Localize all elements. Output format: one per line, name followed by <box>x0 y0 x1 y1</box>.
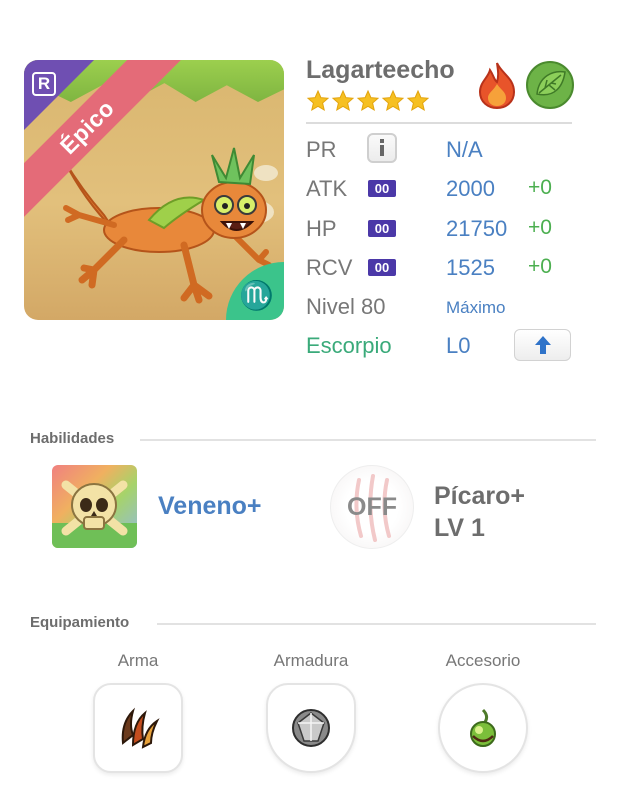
accessory-slot[interactable] <box>438 683 528 773</box>
poison-skull-icon <box>52 480 137 548</box>
header-divider <box>306 122 572 124</box>
pr-value: N/A <box>446 137 483 162</box>
zodiac-label: Escorpio <box>306 333 392 358</box>
equipment-divider <box>157 623 596 625</box>
pr-label: PR <box>306 137 337 162</box>
stat-row-pr: PR N/A <box>306 133 576 167</box>
hp-plus-tag: 00 <box>368 220 396 237</box>
hp-bonus: +0 <box>528 216 552 239</box>
equipment-section-title: Equipamiento <box>30 614 130 631</box>
star-icon <box>381 89 405 112</box>
stat-row-atk: ATK 00 2000 +0 <box>306 176 576 206</box>
stat-row-level: Nivel 80 Máximo <box>306 294 576 324</box>
star-icon <box>356 89 380 112</box>
fire-element-icon <box>478 62 516 110</box>
rarity-badge-icon: R <box>32 72 56 96</box>
level-label: Nivel 80 <box>306 294 386 319</box>
level-max-value: Máximo <box>446 298 506 317</box>
leader-skill-title: Pícaro+ <box>434 482 526 510</box>
hp-label: HP <box>306 216 337 241</box>
atk-label: ATK <box>306 176 348 201</box>
zodiac-level-value: L0 <box>446 333 471 358</box>
stat-row-rcv: RCV 00 1525 +0 <box>306 255 576 285</box>
rcv-label: RCV <box>306 255 353 280</box>
rcv-bonus: +0 <box>528 255 552 278</box>
info-button[interactable] <box>367 133 397 163</box>
active-skill-name[interactable]: Veneno+ <box>158 492 262 521</box>
star-icon <box>306 89 330 112</box>
arrow-up-icon <box>534 336 551 354</box>
active-skill-icon[interactable] <box>52 465 137 548</box>
accessory-label: Accesorio <box>445 651 521 670</box>
atk-value: 2000 <box>446 176 495 201</box>
upgrade-button[interactable] <box>514 329 571 361</box>
info-icon <box>380 139 384 156</box>
leader-skill-status: OFF <box>347 492 397 521</box>
weapon-label: Arma <box>117 651 159 670</box>
claw-weapon-icon <box>121 707 160 749</box>
rcv-value: 1525 <box>446 255 495 280</box>
rcv-plus-tag: 00 <box>368 259 396 276</box>
crystal-armor-icon <box>292 709 330 747</box>
leader-skill-icon[interactable]: OFF <box>330 465 414 549</box>
atk-plus-tag: 00 <box>368 180 396 197</box>
leader-skill-name: Pícaro+ LV 1 <box>434 480 525 544</box>
stat-row-hp: HP 00 21750 +0 <box>306 216 576 246</box>
star-rating <box>306 89 430 113</box>
hp-value: 21750 <box>446 216 508 241</box>
leader-skill-level: LV 1 <box>434 514 485 542</box>
weapon-slot[interactable] <box>93 683 183 773</box>
skills-divider <box>140 439 596 441</box>
skills-section-title: Habilidades <box>30 430 115 447</box>
star-icon <box>406 89 430 112</box>
green-orb-accessory-icon <box>470 708 496 747</box>
monster-name: Lagarteecho <box>306 56 455 84</box>
monster-card-image[interactable]: Épico R ♏ <box>24 60 284 320</box>
armor-slot[interactable] <box>266 683 356 773</box>
armor-label: Armadura <box>273 651 349 670</box>
atk-bonus: +0 <box>528 176 552 199</box>
stat-row-zodiac: Escorpio L0 <box>306 329 576 363</box>
star-icon <box>331 89 355 112</box>
leaf-element-icon <box>526 61 574 109</box>
